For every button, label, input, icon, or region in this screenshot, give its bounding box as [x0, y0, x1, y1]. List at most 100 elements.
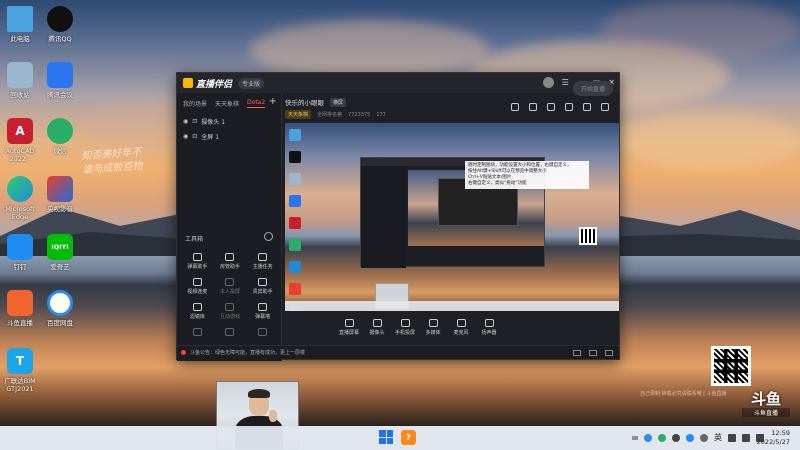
- toolbar-item-mic[interactable]: 麦克风: [447, 318, 475, 336]
- douyu-logo-caption: 斗鱼直播: [742, 408, 790, 417]
- tab-my-scene[interactable]: 我的场景: [183, 99, 207, 108]
- edge-icon: [7, 176, 33, 202]
- tool-icon: [258, 328, 268, 336]
- announcement-text: 斗鱼公告：绿色无障可能，直播有成功，更上一层楼: [190, 350, 306, 356]
- desktop-icon-glodon[interactable]: T 广联达BIM GTJ2021: [0, 348, 42, 393]
- settings-icon[interactable]: [565, 103, 573, 111]
- live-companion-window[interactable]: 直播伴侣 专业版 ☰ — ▢ ✕ 我的场景 天天象棋 Dota2 + ◉ ⊡ 摄…: [176, 72, 620, 361]
- tool-label: 本人投屏: [219, 289, 240, 295]
- toolbox-item[interactable]: 滤镜库: [181, 303, 214, 320]
- iqiyi-icon: iQIYI: [47, 234, 73, 260]
- preview-qr-code: [579, 227, 597, 245]
- toolbox-settings-icon[interactable]: [264, 232, 273, 241]
- room-title[interactable]: 快乐的小眼眼: [285, 97, 324, 107]
- tab-tiantian-xiangqi[interactable]: 天天象棋: [215, 99, 239, 108]
- system-clock[interactable]: 12:59 2022/5/27: [757, 429, 790, 447]
- app-logo-icon: [183, 78, 193, 88]
- toolbox-item[interactable]: 互动游戏: [214, 303, 247, 320]
- tray-app-icon-3[interactable]: [700, 433, 708, 442]
- glodon-icon: T: [7, 348, 33, 374]
- tool-label: 贵宾助手: [252, 289, 273, 295]
- room-category-chip[interactable]: 天天象棋: [285, 110, 312, 119]
- toolbox-item[interactable]: 房管助手: [214, 253, 247, 270]
- toolbar-item-camera[interactable]: 摄像头: [363, 318, 391, 336]
- tencent-meeting-icon: [47, 62, 73, 88]
- volume-icon[interactable]: [742, 433, 750, 442]
- toolbar-item-speaker[interactable]: 扬声器: [475, 318, 503, 336]
- dingtalk-tray-icon[interactable]: [686, 433, 694, 442]
- system-tray: 英: [632, 432, 764, 443]
- user-avatar[interactable]: [542, 77, 554, 88]
- share-icon[interactable]: [601, 103, 609, 111]
- desktop-icon-dingtalk[interactable]: 钉钉: [0, 234, 42, 271]
- preview-desktop-icons: [287, 125, 317, 311]
- room-tag[interactable]: 横屏: [330, 97, 347, 107]
- tool-label: 弹幕助手: [187, 264, 208, 270]
- toolbox-item[interactable]: 贵宾助手: [246, 278, 279, 295]
- desktop-icon-this-pc[interactable]: 此电脑: [0, 6, 42, 43]
- desktop-icon-douyu[interactable]: 斗鱼直播: [0, 290, 42, 327]
- toolbox-header: 工具箱: [185, 236, 204, 243]
- start-live-button[interactable]: 开始直播: [572, 81, 613, 96]
- preview-tip-note: 随时定制图块，功能设置大小和位置，右键自定义， 按住Alt键+Shift可以在预…: [465, 161, 589, 189]
- desktop-icon-autocad[interactable]: A AutoCAD 2022 -: [0, 118, 42, 163]
- eye-icon[interactable]: ◉: [183, 133, 188, 140]
- windows-taskbar: ? 英 12:59 2022/5/27: [0, 426, 800, 450]
- toolbar-item-phone-cast[interactable]: 手机投屏: [391, 318, 419, 336]
- tab-dota2[interactable]: Dota2: [247, 99, 266, 108]
- toolbox-item[interactable]: [246, 328, 279, 338]
- wechat-tray-icon[interactable]: [658, 433, 666, 442]
- desktop-icon-iqiyi[interactable]: iQIYI 爱奇艺: [38, 234, 82, 271]
- tray-app-icon-2[interactable]: [672, 433, 680, 442]
- windows-start-icon[interactable]: [379, 430, 393, 444]
- layout-icon[interactable]: [547, 103, 555, 111]
- tool-icon: [225, 328, 235, 336]
- tool-icon: [258, 278, 268, 286]
- eye-icon[interactable]: ◉: [183, 118, 188, 125]
- toolbox-item[interactable]: [214, 328, 247, 338]
- gift-icon[interactable]: [511, 103, 519, 111]
- status-tools: [573, 350, 613, 356]
- tool-icon: [192, 253, 202, 261]
- menu-icon[interactable]: ☰: [562, 78, 569, 87]
- add-scene-button[interactable]: +: [269, 96, 277, 107]
- wechat-icon: [47, 118, 73, 144]
- toolbox-item[interactable]: [181, 328, 214, 338]
- toolbox-item[interactable]: 主播任务: [246, 253, 279, 270]
- toolbox-item[interactable]: 本人投屏: [214, 278, 247, 295]
- edition-badge[interactable]: 专业版: [238, 77, 265, 89]
- desktop-icon-recycle-bin[interactable]: 回收站: [0, 62, 42, 99]
- taskbar-apps: ?: [379, 430, 416, 445]
- toolbar-item-media[interactable]: 多媒体: [419, 318, 447, 336]
- input-language-indicator[interactable]: 英: [714, 432, 722, 443]
- desktop-icon-cctv[interactable]: 央视影音: [38, 176, 82, 213]
- wifi-icon[interactable]: [728, 433, 736, 442]
- toolbox-grid: 弹幕助手 房管助手 主播任务视频连麦 本人投屏 贵宾助手滤镜库 互动游戏 弹幕墙: [181, 253, 279, 338]
- toolbox-item[interactable]: 视频连麦: [181, 278, 214, 295]
- stream-preview[interactable]: 随时定制图块，功能设置大小和位置，右键自定义， 按住Alt键+Shift可以在预…: [285, 123, 619, 311]
- chevron-up-icon[interactable]: [632, 435, 638, 440]
- toolbar-item-screen-share[interactable]: 直播屏幕: [335, 318, 363, 336]
- taskbar-app-live-companion[interactable]: ?: [401, 430, 416, 445]
- tray-app-icon[interactable]: [644, 433, 652, 442]
- desktop-icon-wechat[interactable]: 微信: [38, 118, 82, 155]
- lock-icon[interactable]: ⊡: [192, 118, 197, 125]
- record-icon[interactable]: [605, 350, 613, 356]
- cctv-icon: [47, 176, 73, 202]
- lock-icon[interactable]: ⊡: [192, 133, 197, 140]
- lock-icon[interactable]: [529, 103, 537, 111]
- desktop-icon-edge[interactable]: Microsoft Edge: [0, 176, 42, 221]
- desktop-icon-baidu-netdisk[interactable]: 百度网盘: [38, 290, 82, 327]
- desktop-icon-tencent-meeting[interactable]: 腾讯会议: [38, 62, 82, 99]
- autocad-icon: A: [7, 118, 33, 144]
- tool-icon: [192, 278, 202, 286]
- toolbox-item[interactable]: 弹幕助手: [181, 253, 214, 270]
- recycle-bin-icon: [7, 62, 33, 88]
- source-item-camera[interactable]: ◉ ⊡ 摄像头 1: [177, 114, 281, 129]
- status-bar: 斗鱼公告：绿色无障可能，直播有成功，更上一层楼: [177, 345, 619, 359]
- bell-icon[interactable]: [583, 103, 591, 111]
- source-item-screen[interactable]: ◉ ⊡ 全屏 1: [177, 129, 281, 144]
- toolbox-item[interactable]: 弹幕墙: [246, 303, 279, 320]
- camera-icon: [372, 318, 382, 327]
- desktop-icon-qq[interactable]: 腾讯QQ: [38, 6, 82, 43]
